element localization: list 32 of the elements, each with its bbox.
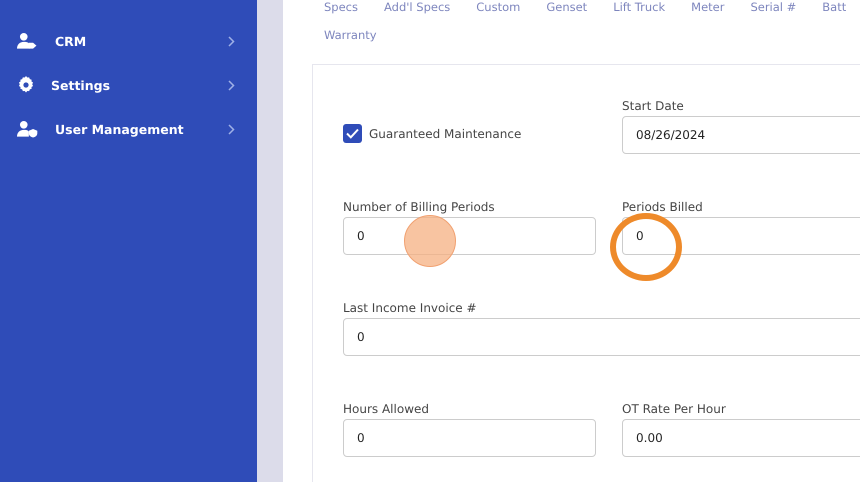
field-label: Periods Billed [622, 199, 704, 216]
chevron-right-icon [228, 36, 235, 46]
input-field[interactable]: 08/26/2024 [622, 116, 860, 154]
tab[interactable]: Lift Truck [613, 0, 666, 14]
tab[interactable]: Meter [691, 0, 724, 14]
tab[interactable]: Batt [822, 0, 846, 14]
checkmark-icon [346, 128, 359, 139]
input-field[interactable]: 0 [343, 318, 860, 356]
tab[interactable]: Warranty [324, 28, 377, 42]
field-label: Hours Allowed [343, 401, 430, 418]
chevron-right-icon [228, 124, 235, 134]
user-shield-icon [17, 120, 39, 138]
guaranteed-maintenance-checkbox[interactable]: Guaranteed Maintenance [343, 124, 596, 143]
field-label: Number of Billing Periods [343, 199, 496, 216]
tab[interactable]: Genset [546, 0, 588, 14]
field-label: Start Date [622, 98, 685, 115]
field-label: OT Rate Per Hour [622, 401, 727, 418]
input-field[interactable]: 0.00 [622, 419, 860, 457]
tab[interactable]: Custom [476, 0, 520, 14]
gear-icon [17, 76, 35, 94]
input-field[interactable]: 0 [343, 419, 596, 457]
sidebar-item[interactable]: CRM [0, 19, 257, 63]
tab[interactable]: Specs [324, 0, 358, 14]
user-tag-icon [17, 32, 39, 50]
input-field[interactable]: 0 [622, 217, 860, 255]
highlight-ring [610, 213, 682, 281]
tab[interactable]: Add'l Specs [384, 0, 450, 14]
tab[interactable]: Serial # [750, 0, 796, 14]
chevron-right-icon [228, 80, 235, 90]
sidebar-item[interactable]: User Management [0, 107, 257, 151]
sidebar-item[interactable]: Settings [0, 63, 257, 107]
field-label: Last Income Invoice # [343, 300, 478, 317]
